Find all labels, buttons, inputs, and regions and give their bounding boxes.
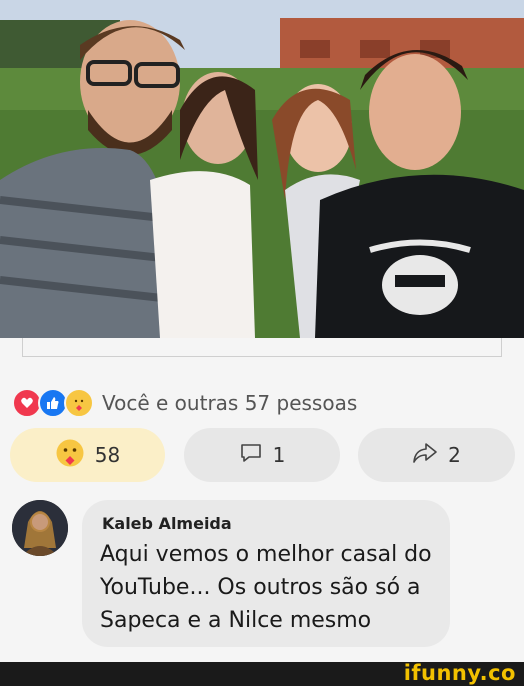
react-button[interactable]: 58 <box>10 428 165 482</box>
comment-bubble[interactable]: Kaleb Almeida Aqui vemos o melhor casal … <box>82 500 450 647</box>
comment-count: 1 <box>272 443 286 467</box>
share-button[interactable]: 2 <box>358 428 515 482</box>
reactions-summary-text: Você e outras 57 pessoas <box>102 391 358 415</box>
ifunny-watermark: ifunny.co <box>403 661 516 685</box>
share-icon <box>412 441 438 470</box>
reactions-summary[interactable]: Você e outras 57 pessoas <box>12 388 357 418</box>
care-icon <box>64 388 94 418</box>
comment-button[interactable]: 1 <box>184 428 340 482</box>
post-photo[interactable] <box>0 0 524 338</box>
avatar[interactable] <box>12 500 68 556</box>
comment-text: Aqui vemos o melhor casal do YouTube... … <box>100 542 432 633</box>
share-count: 2 <box>448 443 461 467</box>
link-preview-frame <box>22 338 502 357</box>
comment-icon <box>239 441 263 470</box>
react-count: 58 <box>94 443 121 467</box>
care-icon <box>55 438 85 473</box>
comment-author[interactable]: Kaleb Almeida <box>102 514 232 533</box>
group-selfie-image <box>0 0 524 338</box>
